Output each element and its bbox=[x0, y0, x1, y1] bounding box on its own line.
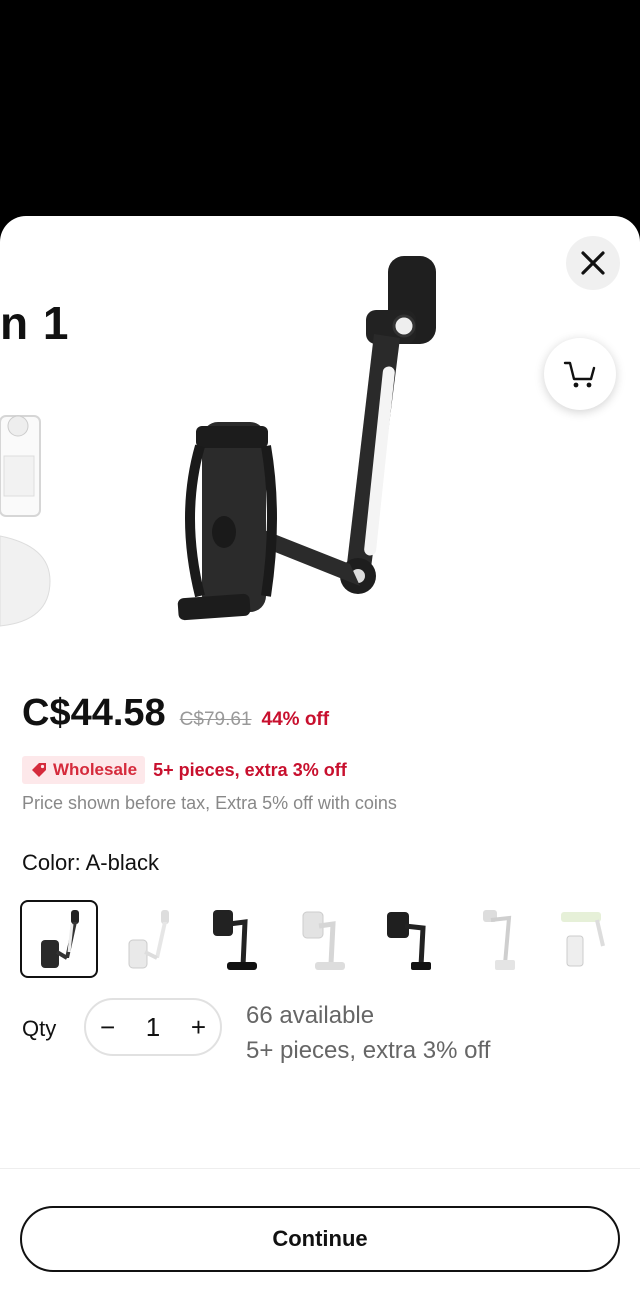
color-swatch-black-desk[interactable] bbox=[372, 900, 450, 978]
color-swatch-black-clamp[interactable] bbox=[196, 900, 274, 978]
color-swatches bbox=[20, 900, 636, 978]
wholesale-tag: Wholesale bbox=[22, 756, 146, 784]
tax-note: Price shown before tax, Extra 5% off wit… bbox=[22, 793, 397, 813]
close-icon bbox=[581, 251, 605, 275]
color-swatch-a-black[interactable] bbox=[20, 900, 98, 978]
divider bbox=[0, 1168, 640, 1169]
color-swatch-white-clamp[interactable] bbox=[284, 900, 362, 978]
bulk-discount-note: 5+ pieces, extra 3% off bbox=[246, 1037, 491, 1064]
wholesale-promo-text: 5+ pieces, extra 3% off bbox=[153, 759, 347, 780]
quantity-stepper: − 1 + bbox=[84, 998, 222, 1056]
color-swatch-white-arm[interactable] bbox=[108, 900, 186, 978]
original-price: C$79.61 bbox=[179, 709, 252, 730]
wholesale-promo: Wholesale 5+ pieces, extra 3% off bbox=[22, 756, 347, 784]
swatch-image bbox=[41, 910, 79, 968]
swatch-image bbox=[483, 910, 515, 970]
color-swatch-white-desk[interactable] bbox=[460, 900, 538, 978]
previous-image-title-fragment: n 1 bbox=[0, 297, 70, 349]
available-count: 66 available bbox=[246, 1002, 375, 1029]
stock-info: 66 available 5+ pieces, extra 3% off bbox=[246, 998, 490, 1068]
decrease-button[interactable]: − bbox=[100, 1012, 115, 1043]
swatch-image bbox=[128, 910, 169, 969]
product-image-gallery[interactable]: n 1 bbox=[0, 216, 640, 666]
increase-button[interactable]: + bbox=[191, 1012, 206, 1043]
wholesale-tag-label: Wholesale bbox=[53, 760, 138, 779]
main-product-image bbox=[177, 256, 436, 621]
discount-percent: 44% off bbox=[261, 709, 330, 730]
swatch-image bbox=[302, 911, 345, 970]
quantity-label: Qty bbox=[22, 1016, 57, 1041]
previous-product-image bbox=[0, 415, 51, 627]
swatch-image bbox=[213, 910, 257, 970]
price-row: C$44.58 C$79.61 44% off bbox=[22, 692, 329, 735]
cart-button[interactable] bbox=[544, 338, 616, 410]
swatch-image bbox=[387, 912, 431, 970]
tag-icon bbox=[32, 763, 46, 777]
quantity-value[interactable]: 1 bbox=[146, 1012, 160, 1043]
cart-icon bbox=[563, 361, 596, 388]
continue-button[interactable]: Continue bbox=[20, 1206, 620, 1272]
color-label: Color: A-black bbox=[22, 850, 159, 875]
close-button[interactable] bbox=[566, 236, 620, 290]
color-swatch-white-long[interactable] bbox=[548, 900, 626, 978]
swatch-image bbox=[561, 912, 605, 967]
current-price: C$44.58 bbox=[22, 692, 166, 734]
product-options-sheet: n 1 C$44.58 C$79.61 44% off Wholesale 5+… bbox=[0, 216, 640, 1290]
